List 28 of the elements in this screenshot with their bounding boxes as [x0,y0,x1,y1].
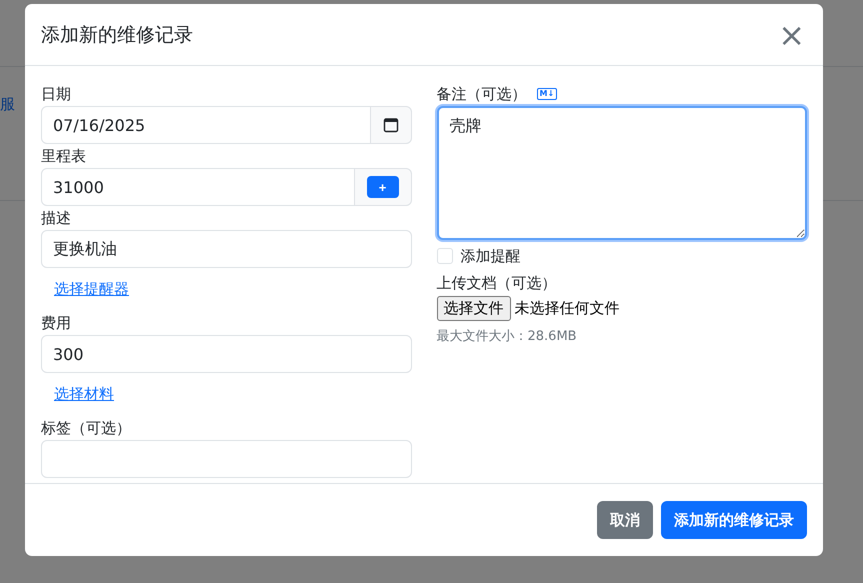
field-label: 备注（可选） [436,84,526,105]
field-label: 费用 [41,313,71,334]
field-label: 上传文档（可选） [436,273,556,294]
input-field[interactable]: 31000 [41,168,354,206]
close-button[interactable]: × [774,18,809,50]
file-status: 未选择任何文件 [514,299,620,318]
choose-file-button[interactable]: 选择文件 [436,296,510,321]
hint-text: 最大文件大小：28.6MB [436,328,577,345]
field-label: 描述 [41,208,71,229]
field-label: 日期 [41,84,71,105]
add-button[interactable]: + [366,176,398,198]
link[interactable]: 选择材料 [54,385,114,404]
field-label: 里程表 [41,146,86,167]
submit-button[interactable]: 添加新的维修记录 [661,501,807,539]
checkbox-label: 添加提醒 [460,246,520,266]
calendar-button[interactable] [370,106,412,144]
markdown-badge: M↓ [536,88,558,100]
cancel-button[interactable]: 取消 [597,501,653,539]
input-field[interactable]: 更换机油 [41,230,412,268]
calendar-icon [382,117,398,133]
input-field[interactable]: 300 [41,335,412,373]
notes-field[interactable]: 壳牌 [436,106,807,240]
date-field[interactable]: 07/16/2025 [41,106,370,144]
link[interactable]: 选择提醒器 [54,280,129,299]
dialog-title: 添加新的维修记录 [41,22,193,48]
field-label: 标签（可选） [41,418,131,439]
checkbox[interactable] [436,248,452,264]
input-field[interactable] [41,440,412,478]
